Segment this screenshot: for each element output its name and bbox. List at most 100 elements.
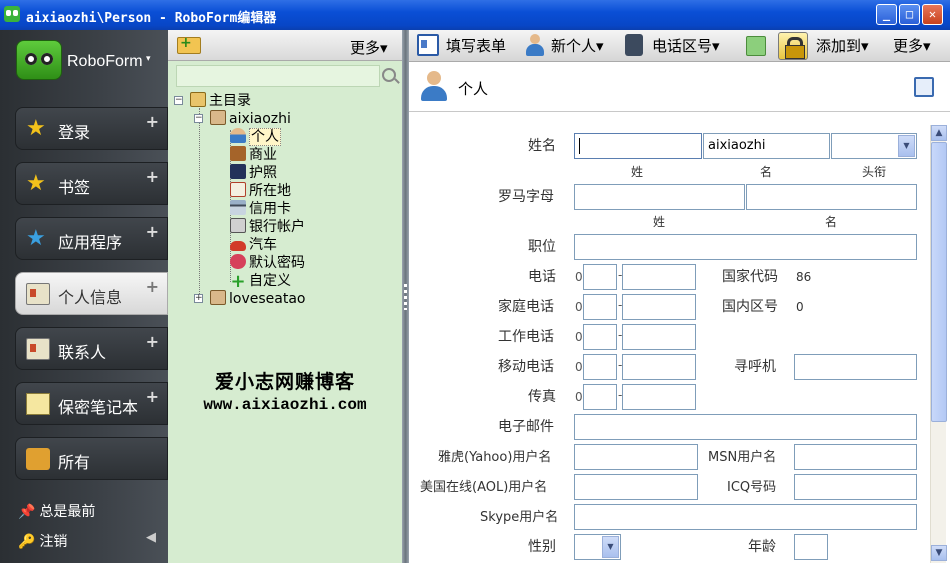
collapse-icon[interactable]: −	[174, 96, 183, 105]
phone-prefix: 0	[575, 270, 583, 284]
tree-item-label: 默认密码	[249, 255, 305, 271]
tree-item-business[interactable]: 商业	[230, 146, 277, 164]
home-phone-number-field[interactable]	[622, 294, 696, 320]
mobile-area-field[interactable]	[583, 354, 617, 380]
tree-item-car[interactable]: 汽车	[230, 236, 277, 254]
home-icon	[190, 92, 206, 107]
domestic-area-code-value: 0	[796, 300, 804, 314]
tree-item-label: 商业	[249, 147, 277, 163]
logoff-button[interactable]: 🔑 注销	[18, 531, 67, 551]
safenote-icon	[26, 393, 50, 415]
tree-more-menu[interactable]: 更多▾	[350, 37, 388, 58]
chevron-down-icon[interactable]: ▼	[602, 536, 619, 558]
tree-item-default-password[interactable]: 默认密码	[230, 254, 305, 272]
phone-prefix: 0	[575, 390, 583, 404]
tree-folder-label: aixiaozhi	[229, 111, 291, 127]
close-button[interactable]: ✕	[922, 4, 943, 25]
sidebar: RoboForm ▾ ★ 登录 + ★ 书签 + ★ 应用程序 + 个人信息 +…	[0, 30, 168, 563]
work-phone-area-field[interactable]	[583, 324, 617, 350]
always-on-top-toggle[interactable]: 📌 总是最前	[18, 501, 95, 521]
sidebar-item-label: 书签	[58, 178, 91, 197]
icq-field[interactable]	[794, 474, 917, 500]
record-header: 个人	[409, 62, 950, 112]
first-name-field[interactable]	[574, 133, 702, 159]
sidebar-item-login[interactable]: ★ 登录 +	[15, 107, 168, 150]
email-label: 电子邮件	[498, 419, 554, 435]
sidebar-item-label: 保密笔记本	[58, 398, 139, 417]
sidebar-item-label: 登录	[58, 123, 91, 142]
folder-card-icon	[210, 290, 226, 305]
aol-field[interactable]	[574, 474, 698, 500]
pager-field[interactable]	[794, 354, 917, 380]
mobile-number-field[interactable]	[622, 354, 696, 380]
search-icon[interactable]	[382, 68, 396, 82]
email-field[interactable]	[574, 414, 917, 440]
title-select[interactable]: ▼	[831, 133, 917, 159]
title-sublabel: 头衔	[862, 165, 887, 179]
msn-field[interactable]	[794, 444, 917, 470]
roman-label: 罗马字母	[498, 189, 554, 205]
heart-key-icon	[230, 254, 246, 269]
fax-number-field[interactable]	[622, 384, 696, 410]
scroll-thumb[interactable]	[931, 142, 947, 422]
gender-select[interactable]: ▼	[574, 534, 621, 560]
maximize-button[interactable]: □	[899, 4, 920, 25]
phone-number-field[interactable]	[622, 264, 696, 290]
minimize-button[interactable]: _	[876, 4, 897, 25]
collapse-icon[interactable]: −	[194, 114, 203, 123]
fax-area-field[interactable]	[583, 384, 617, 410]
sidebar-item-bookmarks[interactable]: ★ 书签 +	[15, 162, 168, 205]
tree-item-passport[interactable]: 护照	[230, 164, 277, 182]
tree-item-credit-card[interactable]: 信用卡	[230, 200, 291, 218]
tree-item-bank-account[interactable]: 银行帐户	[230, 218, 305, 236]
house-icon	[230, 182, 246, 197]
tree-search-input[interactable]	[176, 65, 380, 87]
add-login-button[interactable]: +	[146, 112, 159, 131]
sidebar-item-contacts[interactable]: 联系人 +	[15, 327, 168, 370]
tree-item-address[interactable]: 所在地	[230, 182, 291, 200]
roman-last-name-field[interactable]	[574, 184, 745, 210]
new-folder-icon[interactable]	[177, 35, 201, 54]
chevron-down-icon[interactable]: ▼	[898, 135, 915, 157]
fill-form-icon	[417, 34, 439, 56]
age-field[interactable]	[794, 534, 828, 560]
expand-icon[interactable]: +	[194, 294, 203, 303]
tree-item-custom[interactable]: + 自定义	[230, 272, 291, 291]
sidebar-item-applications[interactable]: ★ 应用程序 +	[15, 217, 168, 260]
panel-splitter[interactable]	[402, 30, 409, 563]
phone-prefix: 0	[575, 300, 583, 314]
sidebar-item-safenotes[interactable]: 保密笔记本 +	[15, 382, 168, 425]
yahoo-field[interactable]	[574, 444, 698, 470]
sidebar-item-label: 应用程序	[58, 233, 123, 252]
add-application-button[interactable]: +	[146, 222, 159, 241]
skype-field[interactable]	[574, 504, 917, 530]
middle-name-field[interactable]: aixiaozhi	[703, 133, 830, 159]
tree-item-person[interactable]: 个人	[230, 128, 281, 146]
phone-area-field[interactable]	[583, 264, 617, 290]
scroll-up-icon[interactable]: ▲	[931, 125, 947, 141]
editor-panel: 填写表单 新个人▾ 电话区号▾ 添加到▾ 更多▾ 个人 姓名 aixiaozhi…	[409, 30, 950, 563]
lock-icon[interactable]	[778, 32, 808, 60]
toolbar-more-button[interactable]: 更多▾	[893, 34, 931, 58]
phone-icon	[625, 34, 643, 56]
add-safenote-button[interactable]: +	[146, 387, 159, 406]
scroll-down-icon[interactable]: ▼	[931, 545, 947, 561]
save-icon[interactable]	[746, 36, 766, 56]
notes-icon[interactable]	[914, 77, 934, 97]
sidebar-item-all[interactable]: 所有	[15, 437, 168, 480]
add-identity-button[interactable]: +	[146, 277, 159, 296]
roman-first-name-field[interactable]	[746, 184, 917, 210]
home-phone-area-field[interactable]	[583, 294, 617, 320]
job-title-field[interactable]	[574, 234, 917, 260]
add-bookmark-button[interactable]: +	[146, 167, 159, 186]
sidebar-item-identities[interactable]: 个人信息 +	[15, 272, 168, 315]
add-contact-button[interactable]: +	[146, 332, 159, 351]
fill-form-button[interactable]: 填写表单	[446, 34, 506, 58]
credit-card-icon	[230, 200, 246, 215]
work-phone-number-field[interactable]	[622, 324, 696, 350]
collapse-sidebar-icon[interactable]: ◀	[146, 530, 156, 545]
form-scrollbar[interactable]: ▲ ▼	[930, 125, 947, 563]
add-to-button[interactable]: 添加到▾	[816, 34, 869, 58]
area-code-button[interactable]: 电话区号▾	[652, 34, 720, 58]
new-person-button[interactable]: 新个人▾	[551, 34, 604, 58]
